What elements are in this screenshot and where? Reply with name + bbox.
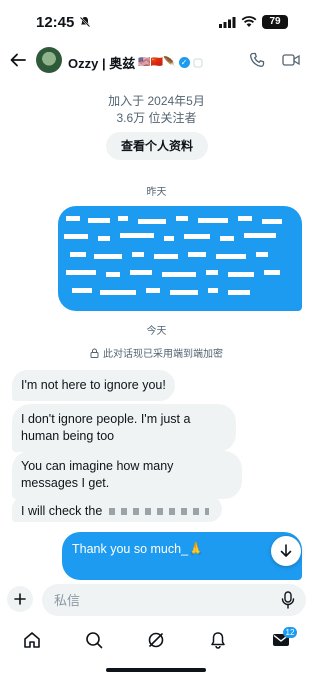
redaction-pixel <box>238 216 252 221</box>
redaction-pixel <box>72 288 92 293</box>
redaction-pixel <box>132 252 144 257</box>
add-attachment-button[interactable] <box>7 586 33 612</box>
contact-name-text: Ozzy | 奥兹 <box>68 56 136 71</box>
redaction-pixel <box>138 219 166 224</box>
redaction-pixel <box>98 236 110 241</box>
grok-icon <box>148 632 164 648</box>
battery-indicator: 79 <box>262 15 288 29</box>
redaction-pixel <box>154 254 178 259</box>
redaction-pixel <box>66 216 80 221</box>
redacted-outgoing-message[interactable] <box>58 206 302 311</box>
avatar[interactable] <box>36 47 62 73</box>
incoming-message[interactable]: You can imagine how many messages I get. <box>12 451 242 499</box>
messages-badge: 12 <box>283 627 297 638</box>
scroll-to-bottom-button[interactable] <box>271 536 301 566</box>
plus-icon <box>14 593 26 605</box>
redaction-pixel <box>146 288 160 293</box>
redaction-pixel <box>228 290 250 295</box>
bell-icon <box>211 632 225 649</box>
verified-badge-icon: ✓ <box>178 57 190 68</box>
redaction-pixel <box>94 254 122 259</box>
cellular-signal-icon <box>219 17 236 28</box>
outgoing-message[interactable]: Thank you so much_🙏 <box>62 532 302 580</box>
incoming-message[interactable]: I don't ignore people. I'm just a human … <box>12 404 236 452</box>
microphone-icon[interactable] <box>281 591 295 609</box>
redaction-pixel <box>216 254 246 259</box>
redaction-pixel <box>88 218 110 223</box>
outgoing-message-text: Thank you so much_🙏 <box>72 542 204 556</box>
redaction-pixel <box>100 290 136 295</box>
view-profile-button[interactable]: 查看个人资料 <box>106 132 208 160</box>
redaction-pixel <box>244 233 276 238</box>
status-time: 12:45 <box>36 14 75 31</box>
redaction-pixel <box>70 252 86 257</box>
redaction-pixel <box>220 236 234 241</box>
redaction-pixel <box>208 288 218 293</box>
redaction-pixel <box>64 234 88 239</box>
wifi-icon <box>241 16 257 27</box>
affiliate-badge-icon <box>193 58 203 67</box>
message-input[interactable] <box>42 584 306 616</box>
nav-notifications[interactable] <box>207 629 229 651</box>
search-icon <box>86 632 103 649</box>
nav-home[interactable] <box>21 629 43 651</box>
bottom-navigation <box>0 620 313 660</box>
home-indicator <box>106 668 206 672</box>
date-separator-today: 今天 <box>146 326 167 337</box>
arrow-down-icon <box>280 544 292 557</box>
redaction-pixel <box>164 236 174 241</box>
message-composer <box>0 580 313 620</box>
redaction-pixel <box>66 270 96 275</box>
redaction-pixel <box>198 218 228 223</box>
incoming-message-text: I will check the <box>21 504 103 518</box>
nav-search[interactable] <box>83 629 105 651</box>
conversation-header: Ozzy | 奥兹 🇺🇸🇨🇳🪶 ✓ <box>0 44 313 78</box>
redaction-pixel <box>188 252 206 257</box>
contact-name[interactable]: Ozzy | 奥兹 🇺🇸🇨🇳🪶 ✓ <box>68 53 203 72</box>
mute-bell-icon <box>79 16 91 28</box>
redaction-pixel <box>120 233 154 238</box>
redaction-pixel <box>228 272 254 277</box>
lock-icon <box>90 348 99 358</box>
encryption-notice-text: 此对话现已采用端到端加密 <box>103 349 223 360</box>
back-arrow-icon[interactable] <box>8 50 28 70</box>
date-separator-yesterday: 昨天 <box>146 187 167 198</box>
redaction-pixel <box>106 272 120 277</box>
redaction-pixel <box>262 219 282 224</box>
encryption-notice: 此对话现已采用端到端加密 <box>0 345 313 360</box>
incoming-message[interactable]: I will check the <box>12 496 222 522</box>
redaction-pixel <box>162 272 196 277</box>
redaction-pixel <box>130 270 152 275</box>
redaction-pixel <box>176 216 188 221</box>
status-bar: 12:45 79 <box>0 0 313 44</box>
incoming-message[interactable]: I'm not here to ignore you! <box>12 370 175 401</box>
redaction-pixel <box>184 234 210 239</box>
redaction-pixel <box>118 216 128 221</box>
flag-emojis: 🇺🇸🇨🇳🪶 <box>138 57 176 68</box>
home-icon <box>24 632 40 648</box>
nav-grok[interactable] <box>145 629 167 651</box>
redaction-pixel <box>170 290 198 295</box>
followers-count: 3.6万 位关注者 <box>116 111 197 125</box>
video-call-icon[interactable] <box>282 53 300 67</box>
redaction-pixel <box>264 270 280 275</box>
phone-call-icon[interactable] <box>249 52 265 68</box>
redaction-pixel <box>206 270 218 275</box>
redacted-text <box>108 508 209 516</box>
joined-date: 加入于 2024年5月 <box>108 94 205 108</box>
redaction-pixel <box>256 252 268 257</box>
